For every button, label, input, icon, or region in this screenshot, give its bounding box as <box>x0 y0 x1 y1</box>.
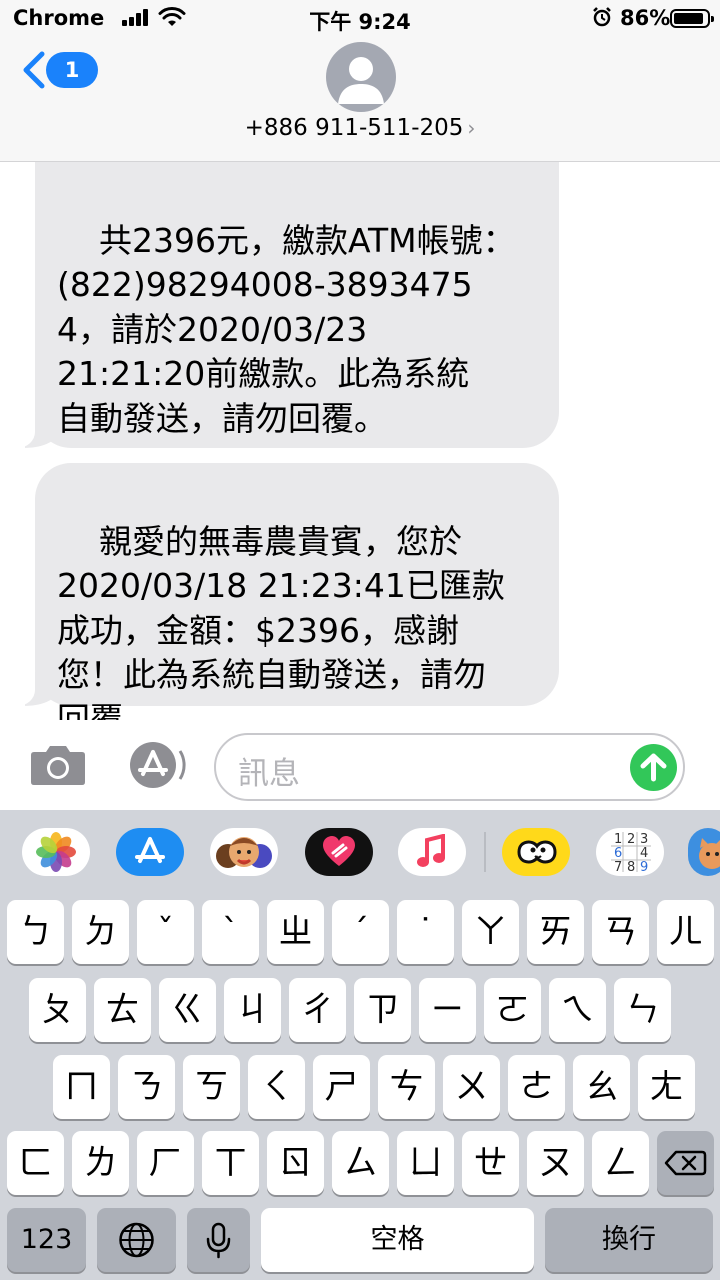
alarm-icon <box>593 7 611 27</box>
status-bar: Chrome 下午 9:24 86% <box>0 0 720 38</box>
contact-name[interactable]: +886 911-511-205 › <box>0 115 720 141</box>
svg-text:6: 6 <box>614 846 622 861</box>
message-placeholder: 訊息 <box>238 756 300 792</box>
svg-text:7: 7 <box>614 860 622 874</box>
key-eng[interactable]: ㄥ <box>592 1131 649 1195</box>
key-p[interactable]: ㄆ <box>29 978 86 1042</box>
key-h[interactable]: ㄏ <box>137 1131 194 1195</box>
svg-text:3: 3 <box>640 832 648 847</box>
key-t[interactable]: ㄊ <box>94 978 151 1042</box>
key-ao[interactable]: ㄠ <box>573 1055 630 1119</box>
svg-text:2: 2 <box>627 832 635 847</box>
delete-key[interactable] <box>657 1131 714 1195</box>
key-n[interactable]: ㄋ <box>118 1055 175 1119</box>
contact-name-text: +886 911-511-205 <box>244 115 464 141</box>
imessage-app-strip: 123 6 4 789 <box>0 810 720 890</box>
conversation-header: Chrome 下午 9:24 86% 1 +886 911-511-205 › <box>0 0 720 162</box>
key-tone4[interactable]: ˋ <box>202 900 259 964</box>
app-store-icon[interactable] <box>122 741 186 789</box>
key-z[interactable]: ㄗ <box>354 978 411 1042</box>
key-k[interactable]: ㄎ <box>183 1055 240 1119</box>
backspace-icon <box>664 1150 707 1176</box>
chevron-right-icon: › <box>467 116 476 140</box>
bubble-tail <box>11 672 59 706</box>
key-e[interactable]: ㄜ <box>508 1055 565 1119</box>
key-j[interactable]: ㄐ <box>224 978 281 1042</box>
key-tone2[interactable]: ˊ <box>332 900 389 964</box>
key-b[interactable]: ㄅ <box>7 900 64 964</box>
dictation-key[interactable] <box>187 1208 250 1272</box>
return-key[interactable]: 換行 <box>545 1208 713 1272</box>
memoji-icon[interactable] <box>210 828 278 876</box>
microphone-icon <box>206 1222 231 1259</box>
message-input[interactable]: 訊息 <box>214 733 685 801</box>
key-eh[interactable]: ㄝ <box>462 1131 519 1195</box>
photos-icon[interactable] <box>22 828 90 876</box>
key-ei[interactable]: ㄟ <box>549 978 606 1042</box>
key-f[interactable]: ㄈ <box>7 1131 64 1195</box>
key-yu[interactable]: ㄩ <box>397 1131 454 1195</box>
person-icon <box>338 57 384 104</box>
cat-game-icon[interactable] <box>688 828 720 876</box>
message-bubble[interactable]: 親愛的無毒農貴賓，您於 2020/03/18 21:23:41已匯款 成功，金額… <box>11 463 559 720</box>
sudoku-app-icon[interactable]: 123 6 4 789 <box>596 828 664 876</box>
send-button[interactable] <box>630 744 677 791</box>
key-ch[interactable]: ㄔ <box>289 978 346 1042</box>
music-icon[interactable] <box>398 828 466 876</box>
key-a[interactable]: ㄚ <box>462 900 519 964</box>
bopomofo-keyboard: 123 6 4 789 ㄅ ㄉ ˇ ˋ ㄓ ˊ ˙ ㄚ ㄞ ㄢ ㄦ ㄆ ㄊ ㄍ ㄐ… <box>0 810 720 1280</box>
battery-icon <box>670 9 714 28</box>
key-ai[interactable]: ㄞ <box>527 900 584 964</box>
key-d[interactable]: ㄉ <box>72 900 129 964</box>
unread-count-badge: 1 <box>46 52 98 88</box>
key-ou[interactable]: ㄡ <box>527 1131 584 1195</box>
key-en[interactable]: ㄣ <box>614 978 671 1042</box>
svg-text:1: 1 <box>614 832 622 847</box>
key-o[interactable]: ㄛ <box>484 978 541 1042</box>
strip-divider <box>484 832 486 872</box>
key-tone5[interactable]: ˙ <box>397 900 454 964</box>
message-text: 親愛的無毒農貴賓，您於 2020/03/18 21:23:41已匯款 成功，金額… <box>57 521 505 721</box>
key-i[interactable]: ㄧ <box>419 978 476 1042</box>
svg-text:9: 9 <box>640 860 648 874</box>
key-er[interactable]: ㄦ <box>657 900 714 964</box>
arrow-up-icon <box>640 753 667 782</box>
globe-icon <box>119 1222 154 1258</box>
key-g[interactable]: ㄍ <box>159 978 216 1042</box>
battery-percent: 86% <box>620 6 671 30</box>
svg-text:4: 4 <box>640 846 648 861</box>
peanut-app-icon[interactable] <box>502 828 570 876</box>
globe-key[interactable] <box>97 1208 176 1272</box>
svg-text:8: 8 <box>627 860 635 874</box>
app-store-icon[interactable] <box>116 828 184 876</box>
chevron-left-icon <box>23 51 45 89</box>
back-button[interactable]: 1 <box>20 50 98 94</box>
contact-avatar[interactable] <box>326 42 396 112</box>
key-x[interactable]: ㄒ <box>202 1131 259 1195</box>
key-sh[interactable]: ㄕ <box>313 1055 370 1119</box>
heart-app-icon[interactable] <box>305 828 373 876</box>
status-time: 下午 9:24 <box>309 10 411 34</box>
key-c[interactable]: ㄘ <box>378 1055 435 1119</box>
compose-bar: 訊息 <box>0 720 720 810</box>
key-an[interactable]: ㄢ <box>592 900 649 964</box>
key-zh[interactable]: ㄓ <box>267 900 324 964</box>
key-ang[interactable]: ㄤ <box>638 1055 695 1119</box>
message-text: 共2396元，繳款ATM帳號： (822)98294008-3893475 4，… <box>57 220 516 438</box>
bubble-tail <box>11 414 59 448</box>
key-s[interactable]: ㄙ <box>332 1131 389 1195</box>
key-tone3[interactable]: ˇ <box>137 900 194 964</box>
camera-icon[interactable] <box>30 744 86 786</box>
space-key[interactable]: 空格 <box>261 1208 534 1272</box>
key-u[interactable]: ㄨ <box>443 1055 500 1119</box>
key-r[interactable]: ㄖ <box>267 1131 324 1195</box>
numbers-key[interactable]: 123 <box>7 1208 86 1272</box>
key-l[interactable]: ㄌ <box>72 1131 129 1195</box>
key-m[interactable]: ㄇ <box>53 1055 110 1119</box>
key-q[interactable]: ㄑ <box>248 1055 305 1119</box>
